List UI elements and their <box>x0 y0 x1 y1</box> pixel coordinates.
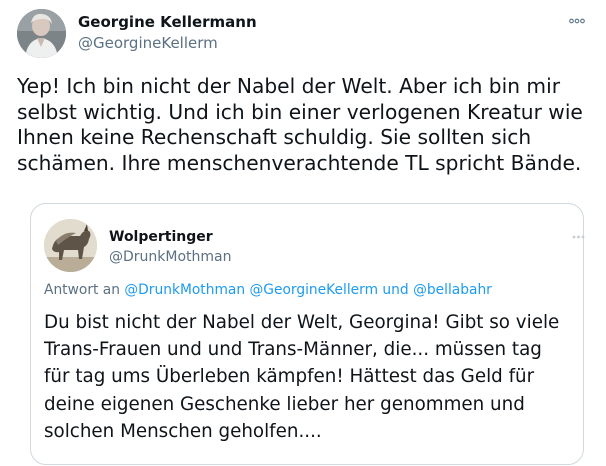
reply-prefix: Antwort an <box>44 282 120 298</box>
author-handle[interactable]: @GeorgineKellerm <box>78 34 218 52</box>
quoted-author-handle[interactable]: @DrunkMothman <box>109 249 232 265</box>
quoted-more-options <box>571 232 585 242</box>
author-photo <box>17 9 66 58</box>
more-horizontal-icon <box>569 18 585 24</box>
quoted-author-photo <box>44 219 97 272</box>
reply-context: Antwort an @DrunkMothman @GeorgineKeller… <box>44 282 492 298</box>
tweet-text: Yep! Ich bin nicht der Nabel der Welt. A… <box>17 74 583 175</box>
author-name[interactable]: Georgine Kellermann <box>78 13 257 31</box>
mention-link[interactable]: @bellabahr <box>413 282 492 298</box>
quoted-tweet[interactable]: Wolpertinger @DrunkMothman Antwort an @D… <box>30 203 584 465</box>
mention-link[interactable]: @DrunkMothman <box>124 282 245 298</box>
quoted-tweet-text: Du bist nicht der Nabel der Welt, Georgi… <box>44 312 560 442</box>
reply-conjunction: und <box>382 282 409 298</box>
mention-link[interactable]: @GeorgineKellerm <box>249 282 378 298</box>
more-horizontal-icon <box>572 235 584 239</box>
tweet: Georgine Kellermann @GeorgineKellerm Yep… <box>0 0 606 466</box>
more-options-button[interactable] <box>566 13 588 29</box>
author-avatar[interactable] <box>17 9 66 58</box>
quoted-author-name[interactable]: Wolpertinger <box>109 229 213 245</box>
quoted-author-avatar[interactable] <box>44 219 97 272</box>
